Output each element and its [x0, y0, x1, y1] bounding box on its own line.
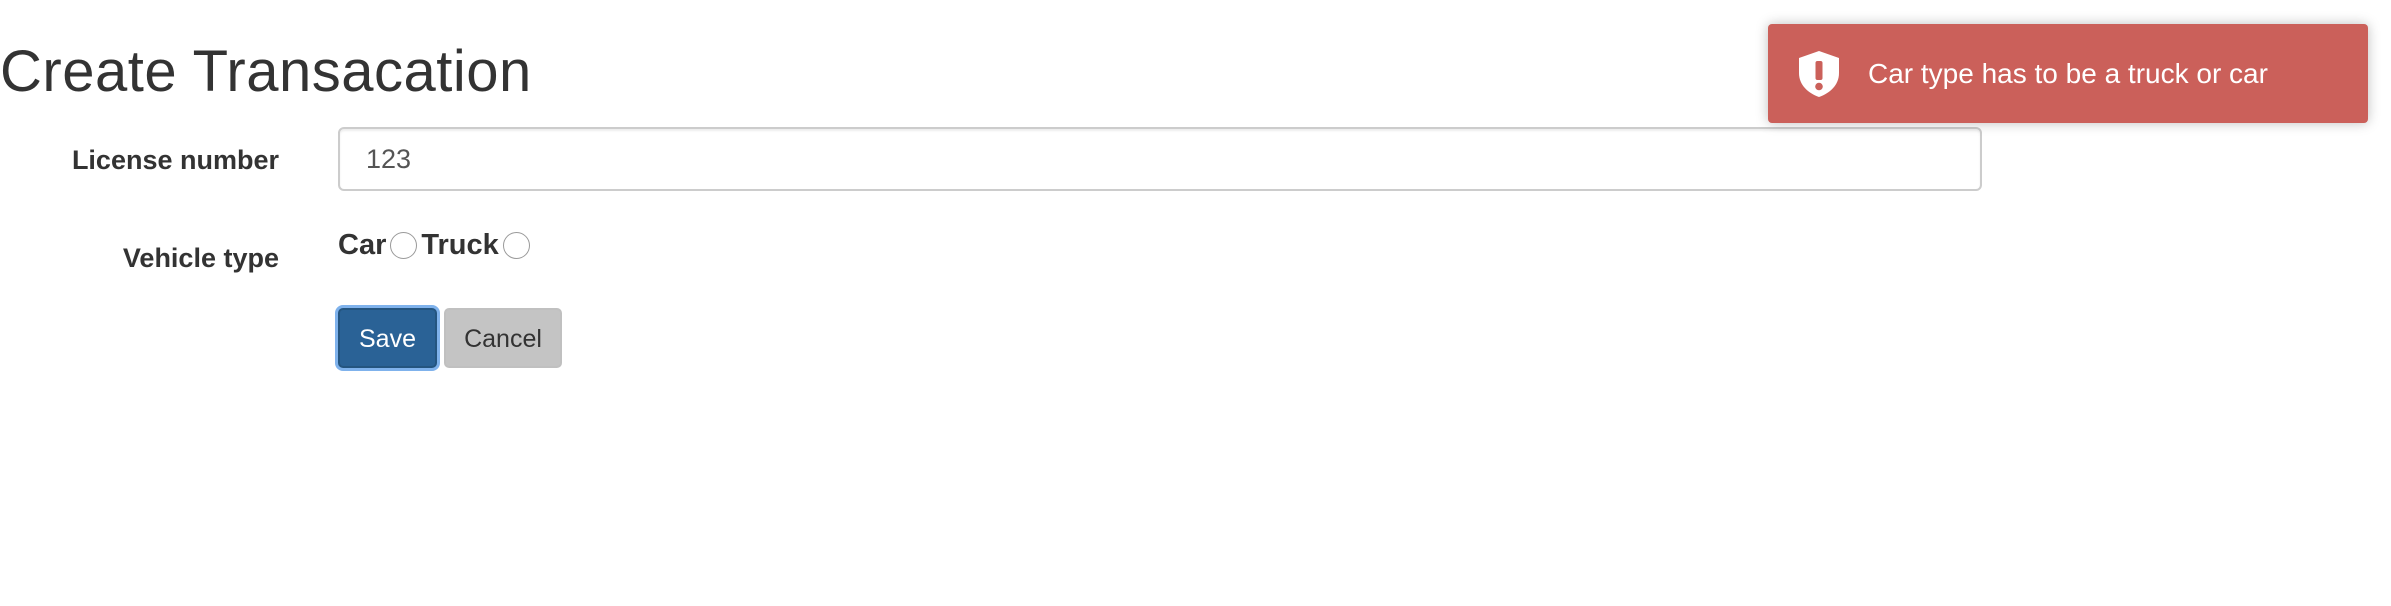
license-number-label: License number	[71, 145, 279, 175]
create-transaction-page: Create Transacation License number Vehic…	[0, 0, 2391, 606]
cancel-button[interactable]: Cancel	[444, 308, 562, 368]
radio-car[interactable]	[390, 231, 418, 259]
save-button[interactable]: Save	[338, 308, 437, 368]
error-toast[interactable]: Car type has to be a truck or car	[1768, 24, 2368, 123]
vehicle-type-label: Vehicle type	[122, 243, 279, 273]
shield-exclamation-icon	[1796, 49, 1842, 99]
toast-message: Car type has to be a truck or car	[1868, 58, 2268, 89]
vehicle-type-radio-group: Car Truck	[338, 224, 534, 266]
radio-truck-label[interactable]: Truck	[421, 224, 498, 266]
radio-car-label[interactable]: Car	[338, 224, 386, 266]
page-title: Create Transacation	[0, 39, 532, 104]
license-number-input[interactable]	[338, 127, 1982, 191]
radio-truck[interactable]	[502, 231, 530, 259]
